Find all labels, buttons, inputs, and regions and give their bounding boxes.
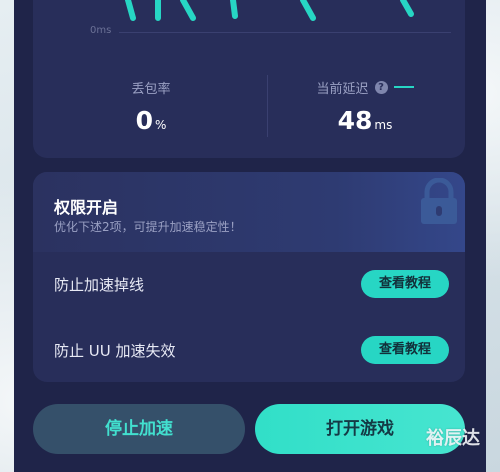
view-tutorial-button[interactable]: 查看教程 xyxy=(361,336,449,364)
latency-legend-icon xyxy=(393,86,414,88)
permission-item-label: 防止 UU 加速失效 xyxy=(54,342,176,360)
chart-zero-label: 0ms xyxy=(90,25,112,36)
packet-loss-label: 丢包率 xyxy=(131,81,171,97)
packet-loss-value: 0 xyxy=(135,106,153,135)
permission-title: 权限开启 xyxy=(54,198,119,217)
latency-unit: ms xyxy=(374,118,393,132)
permission-item-label: 防止加速掉线 xyxy=(54,276,145,294)
permission-item: 防止加速掉线 查看教程 xyxy=(33,264,465,304)
permission-card: 权限开启 优化下述2项，可提升加速稳定性！ 防止加速掉线 查看教程 防止 UU … xyxy=(33,172,465,382)
watermark: 裕辰达 xyxy=(426,428,480,449)
permission-subtitle: 优化下述2项，可提升加速稳定性！ xyxy=(54,220,242,234)
latency-label: 当前延迟 xyxy=(316,81,369,97)
packet-loss-unit: % xyxy=(155,118,167,132)
packet-loss-stat: 丢包率 0% xyxy=(51,78,251,136)
lock-icon xyxy=(421,178,457,224)
latency-card: 0ms 丢包率 0% 当前延迟 ? 48 ms xyxy=(33,0,465,158)
stop-acceleration-button[interactable]: 停止加速 xyxy=(33,404,245,454)
latency-value: 48 xyxy=(337,106,373,135)
view-tutorial-button[interactable]: 查看教程 xyxy=(361,270,449,298)
permission-header: 权限开启 优化下述2项，可提升加速稳定性！ xyxy=(33,172,465,252)
app-screen: 0ms 丢包率 0% 当前延迟 ? 48 ms 权限开启 优化下述2项，可提升加速… xyxy=(14,0,486,472)
permission-item: 防止 UU 加速失效 查看教程 xyxy=(33,330,465,370)
latency-chart xyxy=(125,0,414,21)
chart-baseline xyxy=(119,32,451,33)
latency-stat: 当前延迟 ? 48 ms xyxy=(265,78,465,135)
help-icon[interactable]: ? xyxy=(374,80,388,94)
